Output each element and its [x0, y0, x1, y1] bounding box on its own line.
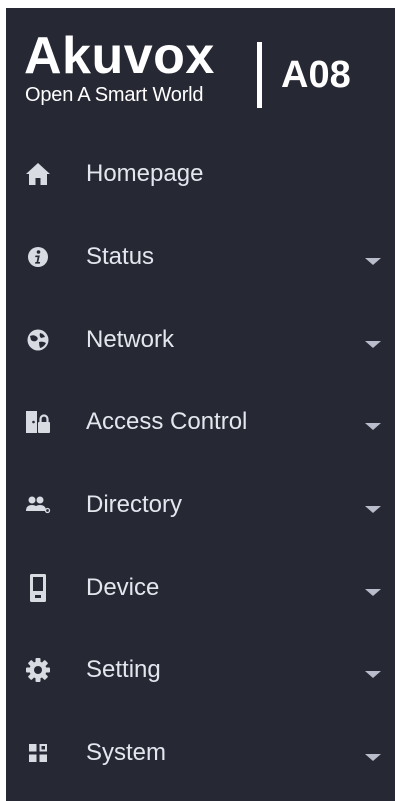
brand-tagline: Open A Smart World: [25, 84, 204, 106]
sidebar-item-directory[interactable]: Directory: [6, 464, 395, 547]
sidebar-item-system[interactable]: System: [6, 712, 395, 795]
sidebar-item-status[interactable]: Status: [6, 216, 395, 299]
device-icon: [23, 573, 53, 603]
sidebar-item-label: Directory: [86, 491, 183, 519]
sidebar-item-access-control[interactable]: Access Control: [6, 381, 395, 464]
sidebar-item-label: Setting: [86, 656, 161, 684]
sidebar-item-label: Access Control: [86, 408, 248, 436]
globe-icon: [23, 325, 53, 355]
brand-logo: Akuvox: [24, 27, 215, 85]
gear-icon: [23, 655, 53, 685]
users-icon: [23, 490, 53, 520]
chevron-down-icon: [365, 340, 381, 348]
chevron-down-icon: [365, 671, 381, 679]
home-icon: [23, 159, 53, 189]
sidebar-item-label: Device: [86, 573, 160, 601]
sidebar-item-label: Status: [86, 243, 155, 271]
sidebar-item-network[interactable]: Network: [6, 298, 395, 381]
grid-icon: [23, 738, 53, 768]
chevron-down-icon: [365, 258, 381, 266]
sidebar-item-homepage[interactable]: Homepage: [6, 133, 395, 216]
sidebar-item-label: Homepage: [86, 160, 204, 188]
sidebar-item-device[interactable]: Device: [6, 546, 395, 629]
logo-divider: [257, 42, 262, 108]
sidebar-menu: Homepage Status Network Access Control D…: [6, 133, 395, 795]
chevron-down-icon: [365, 506, 381, 514]
sidebar-item-label: Network: [86, 325, 175, 353]
chevron-down-icon: [365, 754, 381, 762]
logo-area[interactable]: Akuvox Open A Smart World A08: [6, 8, 395, 130]
info-icon: [23, 242, 53, 272]
chevron-down-icon: [365, 588, 381, 596]
chevron-down-icon: [365, 423, 381, 431]
sidebar-item-setting[interactable]: Setting: [6, 629, 395, 712]
door-lock-icon: [23, 407, 53, 437]
sidebar-item-label: System: [86, 739, 167, 767]
device-model: A08: [281, 54, 351, 96]
sidebar: Akuvox Open A Smart World A08 Homepage S…: [6, 8, 395, 801]
